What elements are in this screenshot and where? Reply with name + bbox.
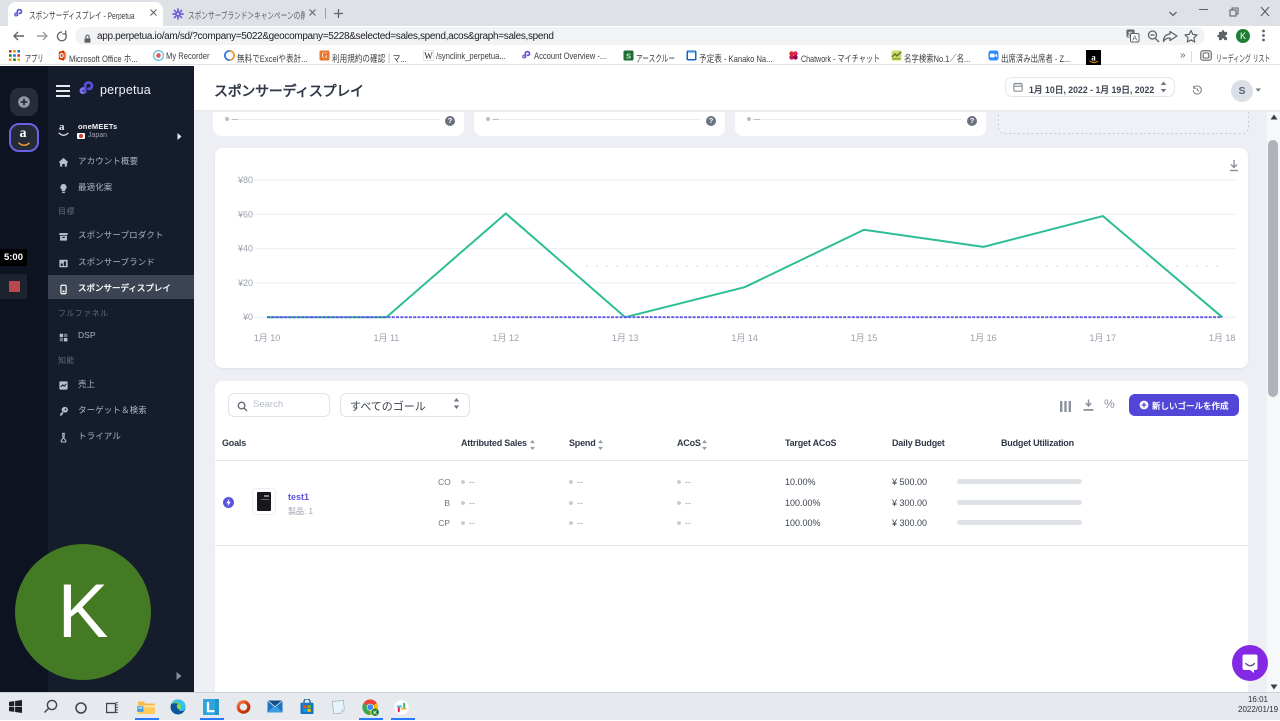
svg-text:¥40: ¥40 [237,244,253,254]
svg-text:1月 17: 1月 17 [1090,333,1117,343]
svg-text:1月 16: 1月 16 [970,333,997,343]
svg-text:¥80: ¥80 [237,175,253,185]
svg-text:S: S [626,51,631,60]
svg-text:¥60: ¥60 [237,209,253,219]
svg-text:G: G [322,51,328,60]
svg-text:1月 10: 1月 10 [254,333,281,343]
svg-text:¥20: ¥20 [237,278,253,288]
svg-text:A: A [1132,34,1137,43]
svg-text:1月 13: 1月 13 [612,333,639,343]
svg-text:1月 18: 1月 18 [1209,333,1236,343]
svg-text:a: a [1091,53,1096,63]
svg-text:1月 14: 1月 14 [731,333,758,343]
svg-text:¥0: ¥0 [242,312,253,322]
svg-text:K: K [373,711,377,716]
svg-text:W: W [424,51,433,61]
svg-text:1月 15: 1月 15 [851,333,878,343]
svg-text:1月 12: 1月 12 [493,333,520,343]
svg-text:1月 11: 1月 11 [373,333,399,343]
